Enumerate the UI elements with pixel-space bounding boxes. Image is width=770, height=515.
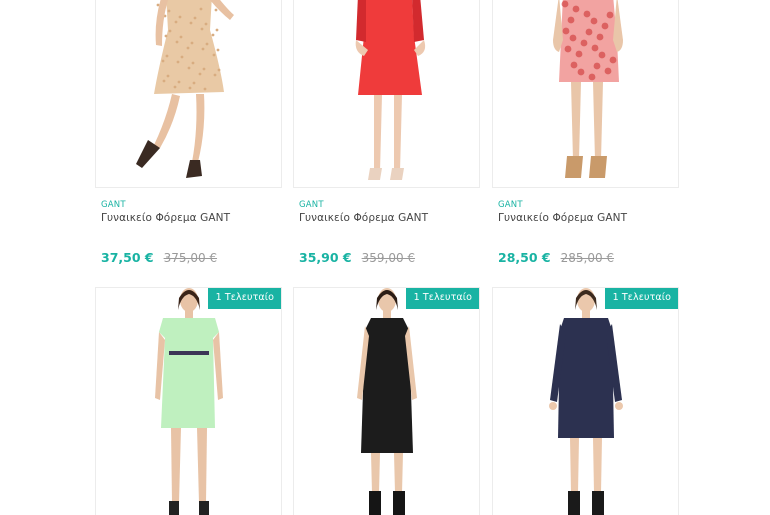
- product-brand[interactable]: GANT: [498, 200, 523, 210]
- sale-price: 35,90 €: [299, 250, 352, 265]
- original-price: 375,00 €: [163, 251, 218, 265]
- product-title[interactable]: Γυναικείο Φόρεμα GANT: [101, 212, 230, 224]
- product-card[interactable]: 1 Τελευταίο: [492, 287, 679, 515]
- original-price: 285,00 €: [560, 251, 615, 265]
- last-item-badge: 1 Τελευταίο: [604, 288, 678, 309]
- product-image[interactable]: [293, 0, 480, 188]
- model-photo: [355, 0, 426, 180]
- price-row: 35,90 € 359,00 €: [299, 247, 415, 266]
- product-card[interactable]: GANT Γυναικείο Φόρεμα GANT 28,50 € 285,00…: [492, 0, 679, 270]
- product-card[interactable]: GANT Γυναικείο Φόρεμα GANT 37,50 € 375,00…: [95, 0, 282, 270]
- product-card[interactable]: GANT Γυναικείο Φόρεμα GANT 35,90 € 359,00…: [293, 0, 480, 270]
- product-title[interactable]: Γυναικείο Φόρεμα GANT: [498, 212, 627, 224]
- last-item-badge: 1 Τελευταίο: [207, 288, 281, 309]
- product-card[interactable]: 1 Τελευταίο: [95, 287, 282, 515]
- price-row: 37,50 € 375,00 €: [101, 247, 217, 266]
- product-card[interactable]: 1 Τελευταίο: [293, 287, 480, 515]
- model-photo: [549, 288, 623, 515]
- original-price: 359,00 €: [361, 251, 416, 265]
- product-title[interactable]: Γυναικείο Φόρεμα GANT: [299, 212, 428, 224]
- model-photo: [136, 0, 234, 178]
- product-image[interactable]: 1 Τελευταίο: [293, 287, 480, 515]
- last-item-badge: 1 Τελευταίο: [405, 288, 479, 309]
- sale-price: 37,50 €: [101, 250, 154, 265]
- product-image[interactable]: 1 Τελευταίο: [492, 287, 679, 515]
- model-photo: [553, 0, 623, 178]
- product-brand[interactable]: GANT: [101, 200, 126, 210]
- product-brand[interactable]: GANT: [299, 200, 324, 210]
- product-grid: GANT Γυναικείο Φόρεμα GANT 37,50 € 375,00…: [0, 0, 770, 515]
- price-row: 28,50 € 285,00 €: [498, 247, 614, 266]
- product-image[interactable]: 1 Τελευταίο: [95, 287, 282, 515]
- model-photo: [155, 288, 223, 515]
- product-image[interactable]: [95, 0, 282, 188]
- model-photo: [357, 288, 417, 515]
- product-image[interactable]: [492, 0, 679, 188]
- sale-price: 28,50 €: [498, 250, 551, 265]
